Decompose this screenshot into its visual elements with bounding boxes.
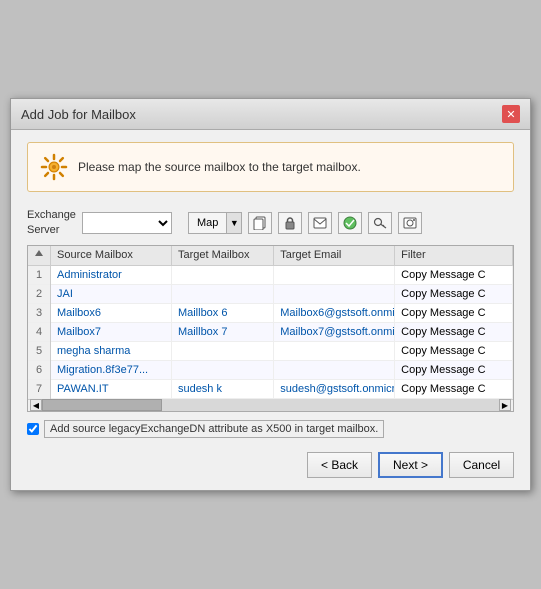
toolbar-key-button[interactable]	[368, 212, 392, 234]
toolbar-lock-button[interactable]	[278, 212, 302, 234]
row-num: 6	[28, 360, 51, 379]
row-filter: Copy Message C	[395, 341, 513, 360]
window-body: Please map the source mailbox to the tar…	[11, 130, 530, 490]
photo-icon	[403, 216, 417, 230]
gear-icon	[40, 153, 68, 181]
row-email: Mailbox7@gstsoft.onmicros...	[274, 322, 395, 341]
row-source: megha sharma	[51, 341, 172, 360]
table-row[interactable]: 3 Mailbox6 Maillbox 6 Mailbox6@gstsoft.o…	[28, 303, 513, 322]
exchange-label: Exchange Server	[27, 208, 76, 237]
window-title: Add Job for Mailbox	[21, 107, 136, 122]
table-row[interactable]: 6 Migration.8f3e77... Copy Message C	[28, 360, 513, 379]
row-num: 3	[28, 303, 51, 322]
row-target: sudesh k	[171, 379, 273, 398]
row-filter: Copy Message C	[395, 284, 513, 303]
row-email: Mailbox6@gstsoft.onmicros...	[274, 303, 395, 322]
row-source: PAWAN.IT	[51, 379, 172, 398]
checkbox-label[interactable]: Add source legacyExchangeDN attribute as…	[44, 420, 384, 438]
row-email	[274, 284, 395, 303]
row-num: 1	[28, 265, 51, 284]
map-dropdown-button[interactable]: ▼	[226, 212, 242, 234]
row-num: 2	[28, 284, 51, 303]
row-source: JAI	[51, 284, 172, 303]
row-target	[171, 341, 273, 360]
row-source: Mailbox7	[51, 322, 172, 341]
row-source: Administrator	[51, 265, 172, 284]
sort-icon	[34, 249, 44, 259]
legacy-checkbox[interactable]	[27, 423, 39, 435]
scroll-left-button[interactable]: ◀	[30, 399, 42, 411]
main-window: Add Job for Mailbox ✕ Please map the sou…	[10, 98, 531, 491]
key-icon	[373, 216, 387, 230]
exchange-row: Exchange Server Map ▼	[27, 208, 514, 237]
row-email: sudesh@gstsoft.onmicrosoft...	[274, 379, 395, 398]
mailbox-table-container: Source Mailbox Target Mailbox Target Ema…	[27, 245, 514, 412]
row-filter: Copy Message C	[395, 265, 513, 284]
table-row[interactable]: 1 Administrator Copy Message C	[28, 265, 513, 284]
mailbox-table: Source Mailbox Target Mailbox Target Ema…	[28, 246, 513, 399]
col-target[interactable]: Target Mailbox	[171, 246, 273, 266]
col-source[interactable]: Source Mailbox	[51, 246, 172, 266]
horizontal-scrollbar[interactable]: ◀ ▶	[28, 399, 513, 411]
row-target	[171, 265, 273, 284]
info-text: Please map the source mailbox to the tar…	[78, 160, 361, 174]
row-email	[274, 360, 395, 379]
title-bar: Add Job for Mailbox ✕	[11, 99, 530, 130]
scroll-track[interactable]	[42, 399, 499, 411]
row-filter: Copy Message C	[395, 379, 513, 398]
close-button[interactable]: ✕	[502, 105, 520, 123]
cancel-button[interactable]: Cancel	[449, 452, 514, 478]
row-num: 7	[28, 379, 51, 398]
row-num: 4	[28, 322, 51, 341]
col-num	[28, 246, 51, 266]
row-target	[171, 284, 273, 303]
next-button[interactable]: Next >	[378, 452, 443, 478]
toolbar-photo-button[interactable]	[398, 212, 422, 234]
toolbar-copy-button[interactable]	[248, 212, 272, 234]
check-circle-icon	[343, 216, 357, 230]
scroll-right-button[interactable]: ▶	[499, 399, 511, 411]
row-filter: Copy Message C	[395, 303, 513, 322]
row-num: 5	[28, 341, 51, 360]
table-row[interactable]: 5 megha sharma Copy Message C	[28, 341, 513, 360]
checkbox-row: Add source legacyExchangeDN attribute as…	[27, 420, 514, 438]
table-row[interactable]: 2 JAI Copy Message C	[28, 284, 513, 303]
row-email	[274, 341, 395, 360]
row-email	[274, 265, 395, 284]
col-filter[interactable]: Filter	[395, 246, 513, 266]
table-row[interactable]: 4 Mailbox7 Maillbox 7 Mailbox7@gstsoft.o…	[28, 322, 513, 341]
row-filter: Copy Message C	[395, 322, 513, 341]
row-target	[171, 360, 273, 379]
table-row[interactable]: 7 PAWAN.IT sudesh k sudesh@gstsoft.onmic…	[28, 379, 513, 398]
row-source: Migration.8f3e77...	[51, 360, 172, 379]
row-source: Mailbox6	[51, 303, 172, 322]
exchange-server-select[interactable]	[82, 212, 172, 234]
row-target: Maillbox 7	[171, 322, 273, 341]
email-icon	[313, 217, 327, 229]
map-button-group[interactable]: Map ▼	[188, 212, 242, 234]
back-button[interactable]: < Back	[307, 452, 372, 478]
copy-icon	[253, 216, 267, 230]
scroll-thumb[interactable]	[42, 399, 162, 411]
footer-buttons: < Back Next > Cancel	[27, 452, 514, 478]
lock-icon	[283, 216, 297, 230]
toolbar-email-button[interactable]	[308, 212, 332, 234]
row-target: Maillbox 6	[171, 303, 273, 322]
toolbar-check-button[interactable]	[338, 212, 362, 234]
table-header-row: Source Mailbox Target Mailbox Target Ema…	[28, 246, 513, 266]
table-body: 1 Administrator Copy Message C 2 JAI Cop…	[28, 265, 513, 398]
col-email[interactable]: Target Email	[274, 246, 395, 266]
row-filter: Copy Message C	[395, 360, 513, 379]
map-main-button[interactable]: Map	[188, 212, 226, 234]
info-banner: Please map the source mailbox to the tar…	[27, 142, 514, 192]
